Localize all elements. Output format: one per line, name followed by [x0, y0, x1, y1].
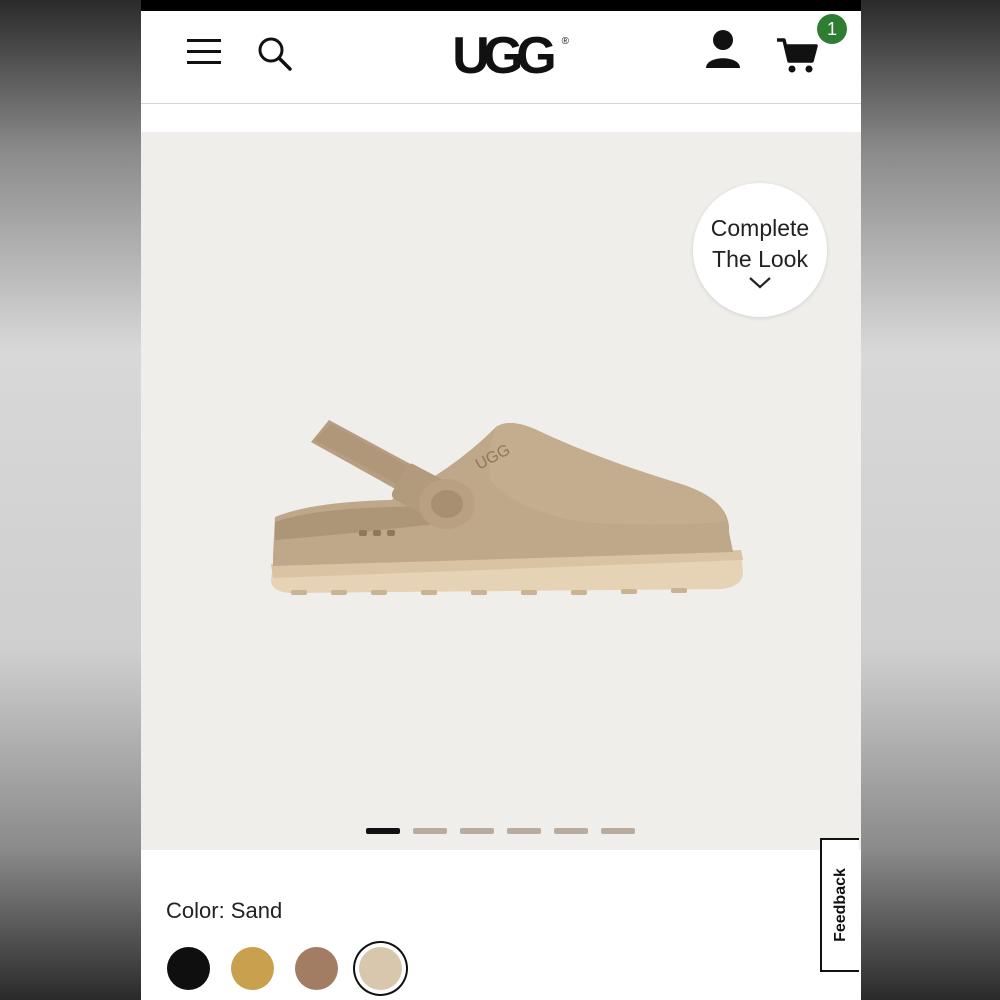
- feedback-label: Feedback: [831, 868, 849, 942]
- left-background: [0, 0, 141, 1000]
- product-image-clog: UGG: [271, 420, 743, 595]
- logo-text: UGG: [452, 27, 556, 85]
- feedback-tab[interactable]: Feedback: [820, 838, 859, 972]
- color-label: Color: Sand: [166, 898, 283, 923]
- pagination-dot[interactable]: [554, 828, 588, 834]
- swatch-chestnut[interactable]: [231, 947, 274, 990]
- right-background: [861, 0, 1000, 1000]
- search-icon[interactable]: [255, 34, 295, 74]
- cart-icon[interactable]: [775, 35, 819, 75]
- complete-look-line1: Complete: [710, 215, 810, 241]
- swatch-black[interactable]: [167, 947, 210, 990]
- menu-icon[interactable]: [185, 36, 223, 68]
- pagination-dot-active[interactable]: [366, 828, 400, 834]
- swatch-sand[interactable]: [359, 947, 402, 990]
- header-spacer: [141, 104, 861, 132]
- mobile-page: UGG ® 1 UGG Complete The Look Color: San…: [141, 0, 861, 1000]
- complete-the-look-button[interactable]: Complete The Look: [693, 183, 827, 317]
- pagination-dot[interactable]: [601, 828, 635, 834]
- product-gallery[interactable]: UGG Complete The Look: [141, 132, 861, 850]
- pagination-dot[interactable]: [460, 828, 494, 834]
- gallery-pagination: [366, 828, 636, 836]
- pagination-dot[interactable]: [507, 828, 541, 834]
- pagination-dot[interactable]: [413, 828, 447, 834]
- cart-count-badge: 1: [817, 14, 847, 44]
- complete-look-line2: The Look: [712, 246, 808, 272]
- ugg-logo[interactable]: UGG ®: [431, 25, 571, 87]
- chevron-down-icon: [749, 277, 771, 289]
- swatch-brown[interactable]: [295, 947, 338, 990]
- account-icon[interactable]: [703, 28, 743, 72]
- registered-mark: ®: [561, 36, 569, 47]
- status-bar: [141, 0, 861, 11]
- site-header: UGG ® 1: [141, 11, 861, 104]
